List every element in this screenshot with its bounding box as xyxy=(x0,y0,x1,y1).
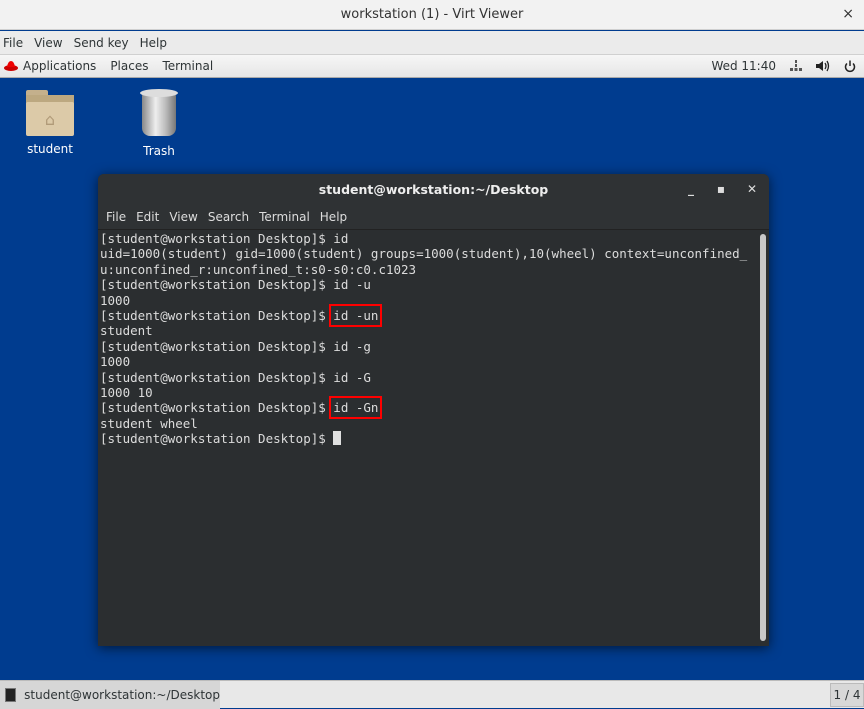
desktop-icon-home[interactable]: ⌂ student xyxy=(15,90,85,156)
terminal-output-line: 1000 xyxy=(100,354,758,369)
output-text: student wheel xyxy=(100,415,198,431)
terminal-menu[interactable]: Terminal xyxy=(162,59,213,73)
shell-prompt: [student@workstation Desktop]$ xyxy=(100,277,334,293)
terminal-command-line: [student@workstation Desktop]$ id -un xyxy=(100,303,758,327)
workspace-indicator[interactable]: 1 / 4 xyxy=(830,683,864,707)
shell-prompt: [student@workstation Desktop]$ xyxy=(100,307,334,323)
terminal-menu-file[interactable]: File xyxy=(102,210,130,224)
terminal-menu-view[interactable]: View xyxy=(165,210,201,224)
volume-icon[interactable] xyxy=(816,60,830,72)
terminal-command-line: [student@workstation Desktop]$ id xyxy=(100,231,758,246)
shell-prompt: [student@workstation Desktop]$ xyxy=(100,338,334,354)
home-folder-icon: ⌂ xyxy=(26,90,74,136)
output-text: uid=1000(student) gid=1000(student) grou… xyxy=(100,246,748,262)
terminal-menu-help[interactable]: Help xyxy=(316,210,351,224)
terminal-menu-search[interactable]: Search xyxy=(204,210,253,224)
power-icon[interactable] xyxy=(844,60,856,73)
terminal-window: student@workstation:~/Desktop _ ▪ ✕ File… xyxy=(98,174,769,646)
taskbar-item-label: student@workstation:~/Desktop xyxy=(24,688,220,702)
output-text: 1000 xyxy=(100,292,131,308)
terminal-menubar: File Edit View Search Terminal Help xyxy=(98,205,769,230)
shell-prompt: [student@workstation Desktop]$ xyxy=(100,231,334,246)
desktop-icon-label: student xyxy=(27,142,73,156)
terminal-icon xyxy=(5,688,17,702)
terminal-scrollbar[interactable] xyxy=(760,234,766,641)
terminal-titlebar[interactable]: student@workstation:~/Desktop _ ▪ ✕ xyxy=(98,174,769,205)
maximize-icon[interactable]: ▪ xyxy=(717,174,725,205)
window-titlebar: workstation (1) - Virt Viewer × xyxy=(0,0,864,30)
applications-label: Applications xyxy=(23,59,97,73)
trash-icon xyxy=(140,89,178,136)
text-cursor xyxy=(333,431,342,446)
terminal-screen[interactable]: [student@workstation Desktop]$ id uid=100… xyxy=(98,231,758,646)
terminal-output-line: uid=1000(student) gid=1000(student) grou… xyxy=(100,246,758,261)
highlighted-command: id -Gn xyxy=(329,396,383,420)
menu-file[interactable]: File xyxy=(0,36,27,50)
shell-prompt: [student@workstation Desktop]$ xyxy=(100,400,334,416)
redhat-icon xyxy=(4,61,18,71)
terminal-output-line: u:unconfined_r:unconfined_t:s0-s0:c0.c10… xyxy=(100,262,758,277)
viewer-menubar: File View Send key Help xyxy=(0,31,864,55)
clock[interactable]: Wed 11:40 xyxy=(711,59,776,73)
menu-help[interactable]: Help xyxy=(137,36,171,50)
menu-view[interactable]: View xyxy=(31,36,66,50)
minimize-icon[interactable]: _ xyxy=(688,174,694,205)
terminal-output-line: student wheel xyxy=(100,416,758,431)
desktop-icon-trash[interactable]: Trash xyxy=(124,89,194,158)
applications-menu[interactable]: Applications xyxy=(4,59,96,73)
command-text: id -g xyxy=(333,338,371,354)
output-text: u:unconfined_r:unconfined_t:s0-s0:c0.c10… xyxy=(100,261,417,277)
terminal-output-line: 1000 xyxy=(100,293,758,308)
network-icon[interactable] xyxy=(790,60,802,72)
command-text: id -G xyxy=(333,369,371,385)
terminal-title: student@workstation:~/Desktop xyxy=(318,182,549,197)
command-text: id xyxy=(333,231,349,246)
top-panel: Applications Places Terminal Wed 11:40 xyxy=(0,55,864,78)
menu-send-key[interactable]: Send key xyxy=(71,36,133,50)
terminal-command-line: [student@workstation Desktop]$ id -u xyxy=(100,277,758,292)
terminal-output-line: 1000 10 xyxy=(100,385,758,400)
command-text: id -u xyxy=(333,277,371,293)
window-title: workstation (1) - Virt Viewer xyxy=(340,7,524,22)
output-text: student xyxy=(100,323,153,339)
output-text: 1000 10 xyxy=(100,384,153,400)
terminal-command-line: [student@workstation Desktop]$ id -g xyxy=(100,339,758,354)
shell-prompt: [student@workstation Desktop]$ xyxy=(100,431,334,447)
taskbar: student@workstation:~/Desktop 1 / 4 xyxy=(0,680,864,709)
terminal-output-line: student xyxy=(100,323,758,338)
highlighted-command: id -un xyxy=(329,303,383,327)
terminal-menu-terminal[interactable]: Terminal xyxy=(255,210,314,224)
close-icon[interactable]: ✕ xyxy=(747,174,757,205)
shell-prompt: [student@workstation Desktop]$ xyxy=(100,369,334,385)
close-icon[interactable]: × xyxy=(842,0,854,29)
terminal-menu-edit[interactable]: Edit xyxy=(132,210,163,224)
terminal-command-line: [student@workstation Desktop]$ id -G xyxy=(100,370,758,385)
desktop-icon-label: Trash xyxy=(143,144,175,158)
places-menu[interactable]: Places xyxy=(110,59,148,73)
terminal-command-line: [student@workstation Desktop]$ xyxy=(100,431,758,446)
terminal-command-line: [student@workstation Desktop]$ id -Gn xyxy=(100,396,758,420)
taskbar-item-terminal[interactable]: student@workstation:~/Desktop xyxy=(0,681,220,709)
output-text: 1000 xyxy=(100,354,131,370)
